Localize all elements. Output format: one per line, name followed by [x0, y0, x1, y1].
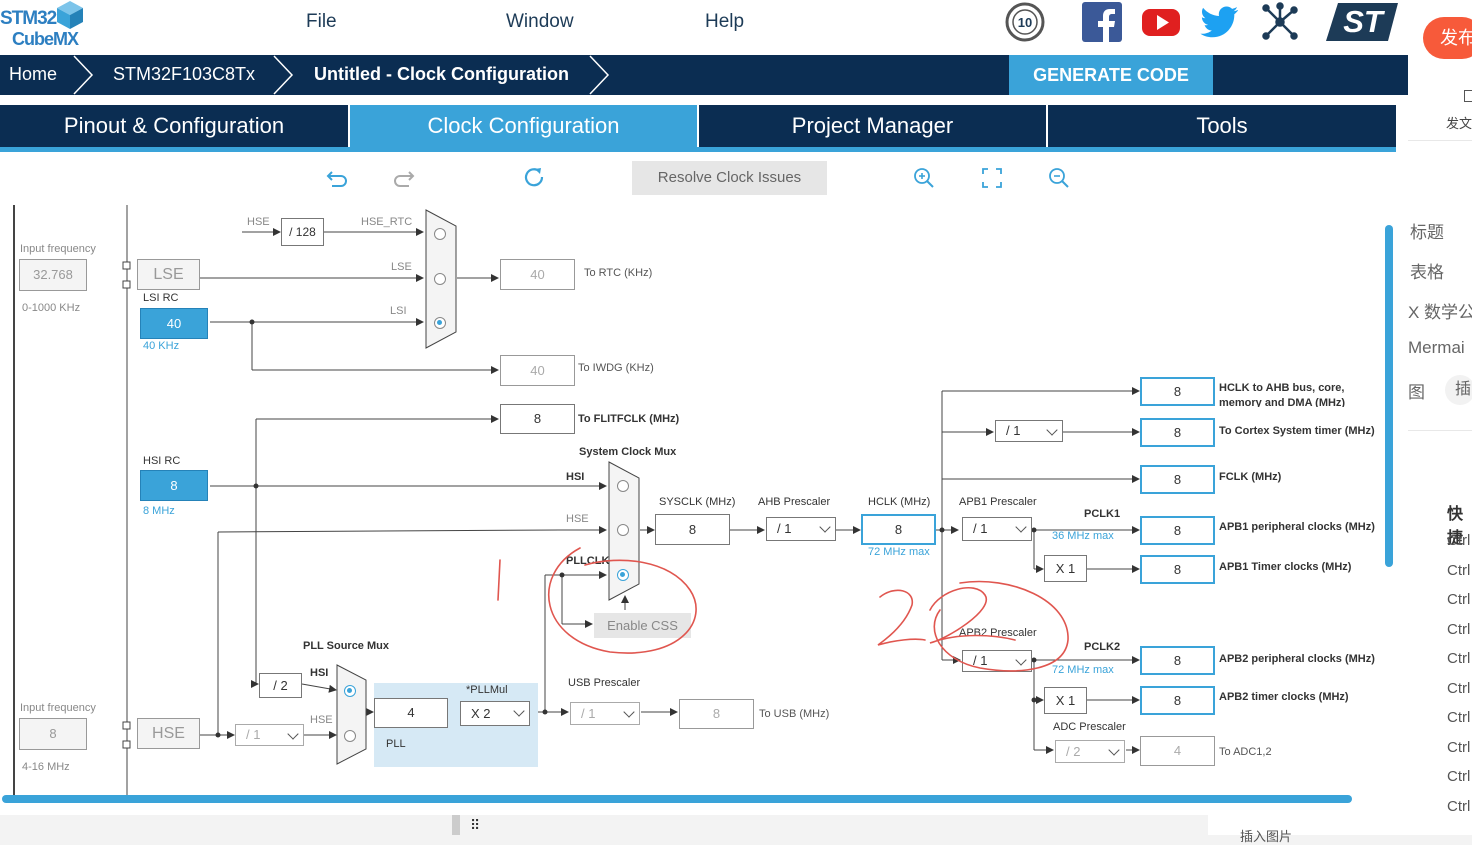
- side-divider: [1408, 140, 1472, 141]
- annotation-mark-2: 2: [0, 0, 1, 1]
- drag-handle[interactable]: [452, 815, 460, 835]
- shortcut-item: Ctrl: [1447, 620, 1471, 638]
- side-item-insert[interactable]: 插: [1445, 375, 1472, 405]
- shortcut-item: Ctrl: [1447, 679, 1471, 697]
- publish-button[interactable]: 发布: [1423, 17, 1472, 59]
- shortcut-item: Ctrl: [1447, 738, 1471, 756]
- handwritten-annotation-strokes: [497, 547, 1069, 672]
- shortcut-item: Ctrl: [1447, 768, 1471, 785]
- side-item-mermaid[interactable]: Mermai: [1408, 338, 1465, 358]
- side-item-table[interactable]: 表格: [1410, 258, 1444, 283]
- annotation-mark-1: 1: [0, 0, 1, 1]
- shortcut-item: Ctrl: [1447, 797, 1471, 815]
- grip-icon[interactable]: ⠿: [470, 817, 480, 834]
- draft-label: 发文: [1446, 116, 1472, 131]
- shortcut-item: Ctrl: [1447, 650, 1471, 667]
- shortcut-item: Ctrl: [1447, 591, 1471, 608]
- editor-bottom-strip: [1208, 815, 1408, 835]
- shortcut-item: Ctrl: [1447, 709, 1471, 726]
- side-divider: [1408, 430, 1472, 431]
- horizontal-scrollbar[interactable]: [2, 795, 1352, 803]
- cubemx-window: STM32 CubeMX File Window Help 10 ST Home…: [0, 0, 1408, 815]
- shortcut-item: Ctrl: [1447, 532, 1471, 549]
- draft-icon[interactable]: [1464, 90, 1472, 102]
- side-item-math[interactable]: X 数学公: [1408, 298, 1472, 323]
- handwritten-annotations: 1 2: [0, 0, 1069, 672]
- shortcut-item: Ctrl: [1447, 561, 1471, 579]
- vertical-scrollbar[interactable]: [1385, 225, 1393, 567]
- side-item-image[interactable]: 图: [1408, 378, 1425, 403]
- side-item-title[interactable]: 标题: [1410, 218, 1444, 243]
- insert-image-label: 插入图片: [1240, 829, 1293, 844]
